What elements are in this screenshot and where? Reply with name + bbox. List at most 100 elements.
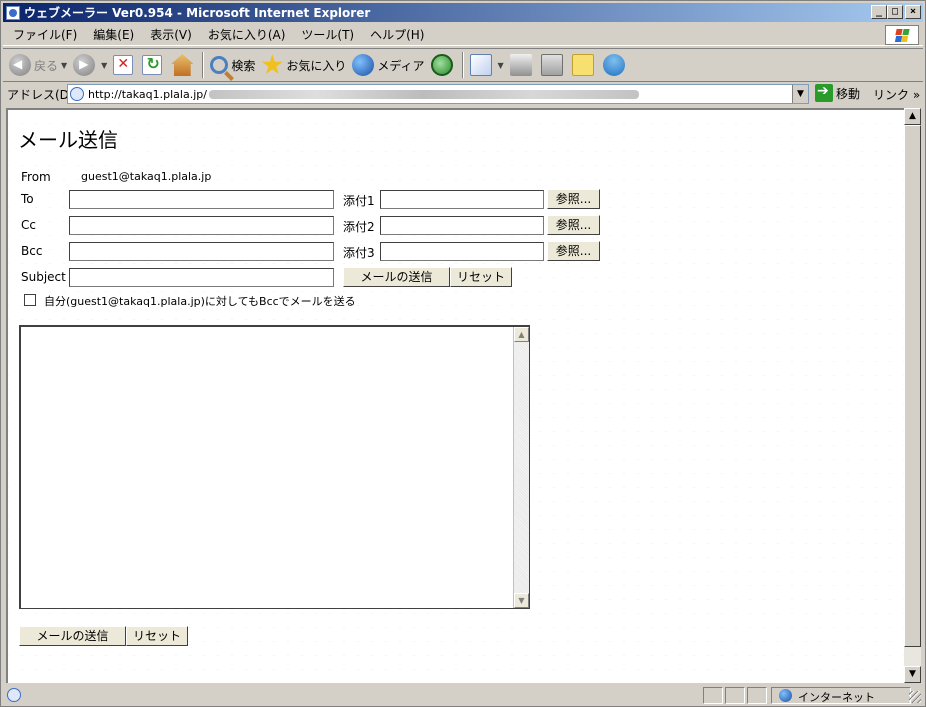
status-panel: [747, 687, 767, 704]
forward-button[interactable]: ▼: [73, 51, 107, 79]
minimize-button[interactable]: _: [871, 5, 887, 19]
menu-help[interactable]: ヘルプ(H): [364, 26, 430, 43]
url-text: http://takaq1.plala.jp/: [88, 87, 207, 101]
window-controls: _ □ ×: [871, 5, 921, 19]
refresh-button[interactable]: [142, 51, 165, 79]
back-label: 戻る: [34, 58, 59, 73]
page-title: メール送信: [18, 128, 118, 152]
attach3-browse-button[interactable]: 参照...: [547, 241, 600, 261]
home-button[interactable]: [171, 51, 196, 79]
print-button[interactable]: [509, 51, 535, 79]
menu-tools[interactable]: ツール(T): [295, 26, 360, 43]
address-dropdown-icon[interactable]: ▼: [792, 85, 808, 103]
refresh-icon: [142, 54, 163, 75]
bcc-self-label: 自分(guest1@takaq1.plala.jp)に対してもBccでメールを送…: [44, 295, 356, 308]
media-label: メディア: [377, 58, 425, 73]
address-input[interactable]: http://takaq1.plala.jp/ ▼: [67, 84, 809, 104]
menu-file[interactable]: ファイル(F): [7, 26, 83, 43]
history-button[interactable]: [430, 51, 456, 79]
internet-zone-icon: [779, 689, 792, 702]
menu-favorites[interactable]: お気に入り(A): [202, 26, 292, 43]
address-label: アドレス(D): [7, 87, 74, 102]
reset-button-bottom[interactable]: リセット: [126, 626, 188, 646]
attach1-input[interactable]: [380, 190, 544, 209]
attach2-label: 添付2: [343, 220, 375, 234]
browser-window: ウェブメーラー Ver0.954 - Microsoft Internet Ex…: [0, 0, 926, 707]
chevron-down-icon: ▼: [61, 60, 68, 70]
chevron-down-icon: ▼: [101, 60, 108, 70]
bcc-self-checkbox[interactable]: [24, 294, 36, 306]
message-body-textarea[interactable]: ▲ ▼: [19, 325, 530, 609]
go-arrow-icon: [815, 83, 833, 102]
maximize-button[interactable]: □: [887, 5, 903, 19]
media-button[interactable]: メディア: [352, 51, 425, 79]
stop-icon: [113, 55, 134, 75]
subject-label: Subject: [21, 270, 66, 284]
scroll-up-icon[interactable]: ▲: [904, 108, 921, 125]
page-status-icon: [7, 688, 21, 702]
resize-grip-icon[interactable]: [909, 691, 921, 703]
page-icon: [70, 87, 84, 101]
scroll-down-icon[interactable]: ▼: [514, 593, 529, 608]
window-title: ウェブメーラー Ver0.954 - Microsoft Internet Ex…: [24, 6, 371, 20]
cc-label: Cc: [21, 218, 36, 232]
page-scrollbar[interactable]: ▲ ▼: [904, 108, 921, 683]
toolbar: 戻る ▼ ▼ 検索 お気に入り メディア: [3, 48, 923, 82]
attach2-input[interactable]: [380, 216, 544, 235]
toolbar-separator: [461, 52, 464, 78]
zone-label: インターネット: [798, 691, 875, 704]
page-content: メール送信 From guest1@takaq1.plala.jp To 添付1…: [6, 108, 904, 683]
attach3-input[interactable]: [380, 242, 544, 261]
search-label: 検索: [231, 58, 256, 73]
note-icon: [571, 54, 594, 76]
search-icon: [210, 56, 229, 74]
subject-input[interactable]: [69, 268, 334, 287]
close-button[interactable]: ×: [905, 5, 921, 19]
messenger-button[interactable]: [602, 51, 628, 79]
to-label: To: [21, 192, 34, 206]
scrollbar-thumb[interactable]: [904, 125, 921, 647]
mail-icon: [469, 54, 492, 76]
to-input[interactable]: [69, 190, 334, 209]
attach1-browse-button[interactable]: 参照...: [547, 189, 600, 209]
stop-button[interactable]: [113, 51, 136, 79]
attach1-label: 添付1: [343, 194, 375, 208]
status-bar: インターネット: [3, 685, 923, 705]
scroll-up-icon[interactable]: ▲: [514, 327, 529, 342]
attach2-browse-button[interactable]: 参照...: [547, 215, 600, 235]
cc-input[interactable]: [69, 216, 334, 235]
printer-icon: [509, 54, 532, 76]
reset-button-top[interactable]: リセット: [450, 267, 512, 287]
go-label: 移動: [836, 86, 861, 101]
menu-edit[interactable]: 編集(E): [87, 26, 140, 43]
from-value: guest1@takaq1.plala.jp: [81, 170, 212, 183]
edit-button[interactable]: [540, 51, 566, 79]
mail-button[interactable]: ▼: [469, 51, 504, 79]
send-mail-button-bottom[interactable]: メールの送信: [19, 626, 126, 646]
messenger-icon: [602, 54, 625, 76]
favorites-button[interactable]: お気に入り: [261, 51, 346, 79]
back-button[interactable]: 戻る ▼: [9, 51, 67, 79]
menu-view[interactable]: 表示(V): [144, 26, 198, 43]
home-icon: [171, 54, 194, 76]
favorites-label: お気に入り: [286, 58, 347, 73]
send-mail-button-top[interactable]: メールの送信: [343, 267, 450, 287]
history-icon: [430, 54, 453, 76]
back-arrow-icon: [9, 54, 31, 76]
discuss-button[interactable]: [571, 51, 597, 79]
toolbar-separator: [202, 52, 205, 78]
redacted-url-part: [208, 89, 639, 99]
forward-arrow-icon: [73, 54, 96, 76]
media-globe-icon: [352, 54, 375, 76]
status-panel: [703, 687, 723, 704]
chevron-down-icon: ▼: [497, 60, 504, 70]
scroll-down-icon[interactable]: ▼: [904, 666, 921, 683]
bcc-label: Bcc: [21, 244, 43, 258]
star-icon: [261, 54, 283, 75]
links-button[interactable]: リンク »: [873, 86, 920, 103]
go-button[interactable]: 移動: [815, 83, 861, 102]
bcc-input[interactable]: [69, 242, 334, 261]
search-button[interactable]: 検索: [210, 51, 255, 79]
address-bar: アドレス(D) http://takaq1.plala.jp/ ▼ 移動 リンク…: [3, 83, 923, 105]
textarea-scrollbar[interactable]: ▲ ▼: [513, 327, 529, 608]
